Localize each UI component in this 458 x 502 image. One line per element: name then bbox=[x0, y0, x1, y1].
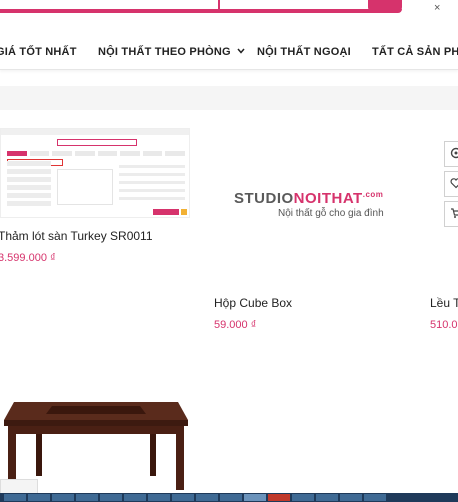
taskbar-app[interactable] bbox=[220, 494, 242, 501]
product-price-rug: 3.599.000 ₫ bbox=[0, 252, 56, 264]
nav-item-label: NỘI THẤT NGOẠI bbox=[257, 46, 351, 58]
taskbar-app-active[interactable] bbox=[244, 494, 266, 501]
taskbar-app[interactable] bbox=[268, 494, 290, 501]
product-actions bbox=[444, 141, 458, 231]
taskbar-app[interactable] bbox=[124, 494, 146, 501]
product-price-tent: 510.0 bbox=[430, 319, 458, 331]
wishlist-button[interactable] bbox=[444, 171, 458, 197]
breadcrumb-band bbox=[0, 86, 458, 110]
quick-view-button[interactable] bbox=[444, 141, 458, 167]
chat-widget-tab[interactable] bbox=[0, 479, 38, 493]
nav-item-label: GIÁ TỐT NHẤT bbox=[0, 46, 77, 58]
taskbar-app[interactable] bbox=[52, 494, 74, 501]
logo-text-studio: STUDIO bbox=[234, 190, 294, 207]
logo-text-com: .com bbox=[362, 190, 384, 199]
add-to-cart-button[interactable] bbox=[444, 201, 458, 227]
logo-text-noithat: NOITHAT bbox=[293, 190, 363, 207]
product-image-rug[interactable] bbox=[0, 128, 190, 218]
taskbar-app[interactable] bbox=[148, 494, 170, 501]
close-icon[interactable]: × bbox=[434, 2, 440, 14]
product-name-tent[interactable]: Lều T bbox=[430, 296, 458, 310]
nav-item-outdoor[interactable]: NỘI THẤT NGOẠI bbox=[257, 46, 351, 58]
taskbar-app[interactable] bbox=[292, 494, 314, 501]
main-navigation: GIÁ TỐT NHẤT NỘI THẤT THEO PHÒNG NỘI THẤ… bbox=[0, 36, 458, 70]
taskbar-app[interactable] bbox=[340, 494, 362, 501]
eye-icon bbox=[450, 147, 458, 159]
taskbar-app[interactable] bbox=[4, 494, 26, 501]
nav-item-label: NỘI THẤT THEO PHÒNG bbox=[98, 46, 231, 58]
cart-icon bbox=[451, 208, 458, 218]
taskbar-app[interactable] bbox=[316, 494, 338, 501]
nav-item-by-room[interactable]: NỘI THẤT THEO PHÒNG bbox=[98, 46, 245, 58]
search-bar-border bbox=[0, 9, 402, 13]
product-name-rug[interactable]: Thảm lót sàn Turkey SR0011 bbox=[0, 229, 153, 243]
search-divider bbox=[218, 0, 220, 13]
search-button[interactable] bbox=[368, 0, 402, 13]
product-price-cube-box: 59.000 ₫ bbox=[214, 319, 257, 331]
nav-item-all-products[interactable]: TẤT CẢ SẢN PHẨ bbox=[372, 46, 458, 58]
heart-icon bbox=[450, 178, 458, 189]
header-search-bar: × bbox=[0, 0, 458, 18]
taskbar-app[interactable] bbox=[172, 494, 194, 501]
chevron-down-icon bbox=[237, 46, 245, 56]
nav-item-label: TẤT CẢ SẢN PHẨ bbox=[372, 46, 458, 58]
logo-tagline: Nội thất gỗ cho gia đình bbox=[278, 208, 384, 219]
nav-item-best-price[interactable]: GIÁ TỐT NHẤT bbox=[0, 46, 77, 58]
taskbar-app[interactable] bbox=[100, 494, 122, 501]
taskbar-app[interactable] bbox=[196, 494, 218, 501]
brand-logo[interactable]: STUDIONOITHAT.com Nội thất gỗ cho gia đì… bbox=[234, 190, 384, 219]
taskbar-app[interactable] bbox=[364, 494, 386, 501]
os-taskbar bbox=[0, 493, 458, 502]
taskbar-app[interactable] bbox=[76, 494, 98, 501]
taskbar-app[interactable] bbox=[28, 494, 50, 501]
product-name-cube-box[interactable]: Hộp Cube Box bbox=[214, 296, 292, 310]
